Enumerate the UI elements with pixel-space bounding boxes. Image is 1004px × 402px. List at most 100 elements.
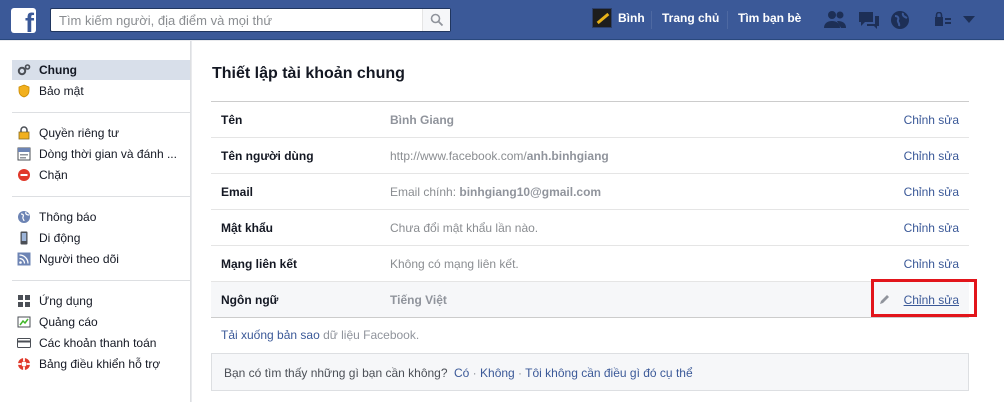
home-link[interactable]: Trang chủ xyxy=(662,11,719,25)
sidebar-item-label: Chặn xyxy=(39,168,68,182)
sidebar-item-label: Thông báo xyxy=(39,210,97,224)
privacy-lock-icon xyxy=(18,126,30,140)
feedback-bar: Bạn có tìm thấy những gì bạn cần không? … xyxy=(211,353,969,391)
nav-divider xyxy=(651,11,652,29)
download-text: dữ liệu Facebook. xyxy=(319,328,420,342)
top-navigation-bar: f Bình Trang chủ Tìm bạn bè xyxy=(0,0,1004,40)
sidebar-item-blocking[interactable]: Chặn xyxy=(12,165,190,185)
row-value: Email chính: binhgiang10@gmail.com xyxy=(390,185,601,199)
feedback-question: Bạn có tìm thấy những gì bạn cần không? xyxy=(224,366,448,380)
search-button[interactable] xyxy=(422,9,450,31)
sidebar-item-label: Bảng điều khiển hỗ trợ xyxy=(39,357,161,371)
row-label: Tên người dùng xyxy=(221,149,314,163)
sidebar-item-label: Dòng thời gian và đánh ... xyxy=(39,147,177,161)
feedback-separator: · xyxy=(514,366,526,380)
account-menu-chevron-icon[interactable] xyxy=(963,16,975,24)
sidebar-item-label: Quyền riêng tư xyxy=(39,126,120,140)
settings-main-panel: Thiết lập tài khoản chung Tên Bình Giang… xyxy=(192,41,1004,402)
row-value: Không có mạng liên kết. xyxy=(390,257,519,271)
feedback-yes-link[interactable]: Có xyxy=(454,366,469,380)
sidebar-item-followers[interactable]: Người theo dõi xyxy=(12,249,190,269)
search-input[interactable] xyxy=(51,9,423,31)
settings-row-language[interactable]: Ngôn ngữ Tiếng Việt Chỉnh sửa xyxy=(211,282,969,318)
row-label: Ngôn ngữ xyxy=(221,293,279,307)
sidebar-item-label: Quảng cáo xyxy=(39,315,98,329)
sidebar-item-label: Người theo dõi xyxy=(39,252,119,266)
privacy-shortcuts-icon[interactable] xyxy=(934,12,952,28)
facebook-logo[interactable]: f xyxy=(11,8,36,33)
block-icon xyxy=(18,169,30,181)
sidebar-item-label: Bảo mật xyxy=(39,84,84,98)
download-copy-link[interactable]: Tải xuống bản sao xyxy=(221,328,320,342)
notifications-globe-icon[interactable] xyxy=(889,9,911,31)
sidebar-item-apps[interactable]: Ứng dụng xyxy=(12,291,190,311)
edit-link[interactable]: Chỉnh sửa xyxy=(904,113,959,127)
row-value-prefix: http://www.facebook.com/ xyxy=(390,149,527,163)
payment-card-icon xyxy=(17,338,31,348)
row-value: Tiếng Việt xyxy=(390,293,447,307)
feedback-separator: · xyxy=(469,366,481,380)
edit-link[interactable]: Chỉnh sửa xyxy=(904,185,959,199)
ads-icon xyxy=(17,316,31,328)
sidebar-item-mobile[interactable]: Di động xyxy=(12,228,190,248)
sidebar-divider xyxy=(12,112,190,113)
messages-icon[interactable] xyxy=(857,9,881,31)
page-title: Thiết lập tài khoản chung xyxy=(212,65,405,82)
sidebar-item-label: Các khoản thanh toán xyxy=(39,336,157,350)
feedback-options: Có · Không · Tôi không cần điều gì đó cụ… xyxy=(454,366,693,380)
sidebar-item-notifications[interactable]: Thông báo xyxy=(12,207,190,227)
security-badge-icon xyxy=(18,84,30,98)
settings-sidebar: Chung Bảo mật Quyền riêng tư Dòng thời g… xyxy=(0,41,191,402)
notifications-globe-icon xyxy=(18,211,30,223)
apps-grid-icon xyxy=(18,295,30,307)
sidebar-item-support[interactable]: Bảng điều khiển hỗ trợ xyxy=(12,354,190,374)
settings-row-name[interactable]: Tên Bình Giang Chỉnh sửa xyxy=(211,102,969,138)
row-value: http://www.facebook.com/anh.binhgiang xyxy=(390,149,609,163)
followers-rss-icon xyxy=(17,252,31,266)
feedback-other-link[interactable]: Tôi không cần điều gì đó cụ thể xyxy=(525,366,692,380)
avatar[interactable] xyxy=(592,8,612,28)
sidebar-divider xyxy=(12,196,190,197)
row-label: Tên xyxy=(221,113,243,127)
sidebar-item-privacy[interactable]: Quyền riêng tư xyxy=(12,123,190,143)
settings-row-networks[interactable]: Mạng liên kết Không có mạng liên kết. Ch… xyxy=(211,246,969,282)
row-value-bold: anh.binhgiang xyxy=(526,149,609,163)
sidebar-item-payments[interactable]: Các khoản thanh toán xyxy=(12,333,190,353)
search-icon xyxy=(430,13,444,27)
edit-link[interactable]: Chỉnh sửa xyxy=(904,149,959,163)
sidebar-item-general[interactable]: Chung xyxy=(12,60,190,80)
row-label: Mạng liên kết xyxy=(221,257,298,271)
feedback-no-link[interactable]: Không xyxy=(480,366,515,380)
edit-link[interactable]: Chỉnh sửa xyxy=(904,257,959,271)
find-friends-link[interactable]: Tìm bạn bè xyxy=(738,11,801,25)
general-gears-icon xyxy=(17,64,31,76)
timeline-icon xyxy=(17,147,31,161)
nav-divider xyxy=(727,11,728,29)
sidebar-item-timeline[interactable]: Dòng thời gian và đánh ... xyxy=(12,144,190,164)
support-lifebuoy-icon xyxy=(18,358,30,370)
sidebar-divider xyxy=(12,280,190,281)
profile-link[interactable]: Bình xyxy=(618,11,645,25)
row-value: Chưa đổi mật khẩu lần nào. xyxy=(390,221,539,235)
friend-requests-icon[interactable] xyxy=(823,9,847,31)
settings-row-username[interactable]: Tên người dùng http://www.facebook.com/a… xyxy=(211,138,969,174)
row-value-bold: binhgiang10@gmail.com xyxy=(459,185,602,199)
settings-list: Tên Bình Giang Chỉnh sửa Tên người dùng … xyxy=(211,101,969,318)
sidebar-item-label: Di động xyxy=(39,231,81,245)
row-label: Mật khẩu xyxy=(221,221,274,235)
sidebar-item-label: Ứng dụng xyxy=(39,294,93,308)
download-data-line: Tải xuống bản sao dữ liệu Facebook. xyxy=(221,328,419,342)
row-value: Bình Giang xyxy=(390,113,454,127)
row-label: Email xyxy=(221,185,254,199)
sidebar-item-security[interactable]: Bảo mật xyxy=(12,81,190,101)
sidebar-item-label: Chung xyxy=(39,63,77,77)
mobile-phone-icon xyxy=(20,231,28,245)
settings-row-email[interactable]: Email Email chính: binhgiang10@gmail.com… xyxy=(211,174,969,210)
sidebar-item-ads[interactable]: Quảng cáo xyxy=(12,312,190,332)
edit-link[interactable]: Chỉnh sửa xyxy=(904,221,959,235)
search-box xyxy=(50,8,451,32)
settings-row-password[interactable]: Mật khẩu Chưa đổi mật khẩu lần nào. Chỉn… xyxy=(211,210,969,246)
facebook-logo-letter: f xyxy=(25,8,34,34)
highlight-annotation-box xyxy=(871,279,977,317)
row-value-prefix: Email chính: xyxy=(390,185,460,199)
